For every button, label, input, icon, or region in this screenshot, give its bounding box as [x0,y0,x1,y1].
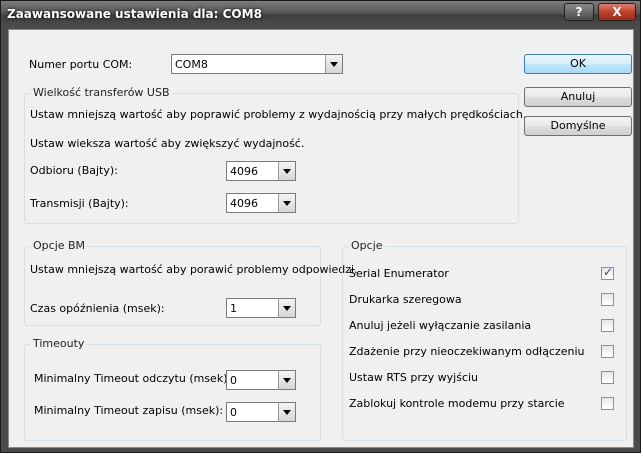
chevron-down-icon[interactable] [278,299,295,317]
option-disable-modem-ctrl-label: Zablokuj kontrole modemu przy starcie [349,397,565,410]
receive-size-label: Odbioru (Bajty): [30,164,118,177]
write-timeout-label: Minimalny Timeout zapisu (msek): [34,404,224,417]
dialog-window: Zaawansowane ustawienia dla: COM8 ? X Nu… [0,0,641,453]
read-timeout-label: Minimalny Timeout odczytu (msek): [34,372,232,385]
option-serial-enumerator-checkbox[interactable]: ✓ [601,265,614,280]
defaults-button[interactable]: Domyślne [524,116,632,136]
latency-value: 1 [230,302,237,315]
transmit-size-label: Transmisji (Bajty): [30,197,129,210]
usb-hint-high: Ustaw wieksza wartość aby zwiększyć wyda… [30,137,305,150]
options-group: Opcje Serial Enumerator ✓ Drukarka szere… [342,239,627,441]
timeouts-group: Timeouty Minimalny Timeout odczytu (msek… [24,337,321,441]
latency-select[interactable]: 1 [226,298,296,318]
option-set-rts-checkbox[interactable] [601,371,614,384]
option-serial-printer-checkbox[interactable] [601,293,614,306]
com-port-value: COM8 [175,58,208,71]
close-button[interactable]: X [598,3,636,21]
ok-button[interactable]: OK [524,54,632,74]
chevron-down-icon[interactable] [278,194,295,212]
chevron-down-icon[interactable] [325,55,342,73]
window-title: Zaawansowane ustawienia dla: COM8 [7,7,262,21]
timeouts-group-title: Timeouty [31,337,87,350]
com-port-select[interactable]: COM8 [171,54,343,74]
bm-hint: Ustaw mniejszą wartość aby porawić probl… [30,263,358,276]
option-surprise-removal-label: Zdażenie przy nieoczekiwanym odłączeniu [349,345,585,358]
receive-size-select[interactable]: 4096 [226,161,296,181]
transmit-size-value: 4096 [230,197,258,210]
option-cancel-power-off-label: Anuluj jeżeli wyłączanie zasilania [349,319,532,332]
read-timeout-select[interactable]: 0 [226,370,296,390]
dialog-client-area: Numer portu COM: COM8 Wielkość transferó… [8,29,634,448]
title-bar[interactable]: Zaawansowane ustawienia dla: COM8 ? X [1,1,640,27]
com-port-label: Numer portu COM: [29,58,133,71]
usb-transfer-group: Wielkość transferów USB Ustaw mniejszą w… [24,86,526,224]
write-timeout-select[interactable]: 0 [226,402,296,422]
options-group-title: Opcje [349,239,385,252]
check-icon: ✓ [603,265,614,279]
option-serial-enumerator-label: Serial Enumerator [349,267,449,280]
usb-hint-low: Ustaw mniejszą wartość aby poprawić prob… [30,108,527,121]
write-timeout-value: 0 [230,406,237,419]
bm-options-group-title: Opcje BM [31,239,88,252]
cancel-button[interactable]: Anuluj [524,87,632,107]
option-serial-printer-label: Drukarka szeregowa [349,293,462,306]
chevron-down-icon[interactable] [278,403,295,421]
chevron-down-icon[interactable] [278,162,295,180]
option-set-rts-label: Ustaw RTS przy wyjściu [349,371,479,384]
bm-options-group: Opcje BM Ustaw mniejszą wartość aby pora… [24,239,358,326]
help-button[interactable]: ? [564,3,594,21]
latency-label: Czas opóźnienia (msek): [30,302,165,315]
receive-size-value: 4096 [230,165,258,178]
option-cancel-power-off-checkbox[interactable] [601,319,614,332]
chevron-down-icon[interactable] [278,371,295,389]
option-disable-modem-ctrl-checkbox[interactable] [601,397,614,410]
transmit-size-select[interactable]: 4096 [226,193,296,213]
read-timeout-value: 0 [230,374,237,387]
option-surprise-removal-checkbox[interactable] [601,345,614,358]
usb-transfer-group-title: Wielkość transferów USB [31,86,172,99]
